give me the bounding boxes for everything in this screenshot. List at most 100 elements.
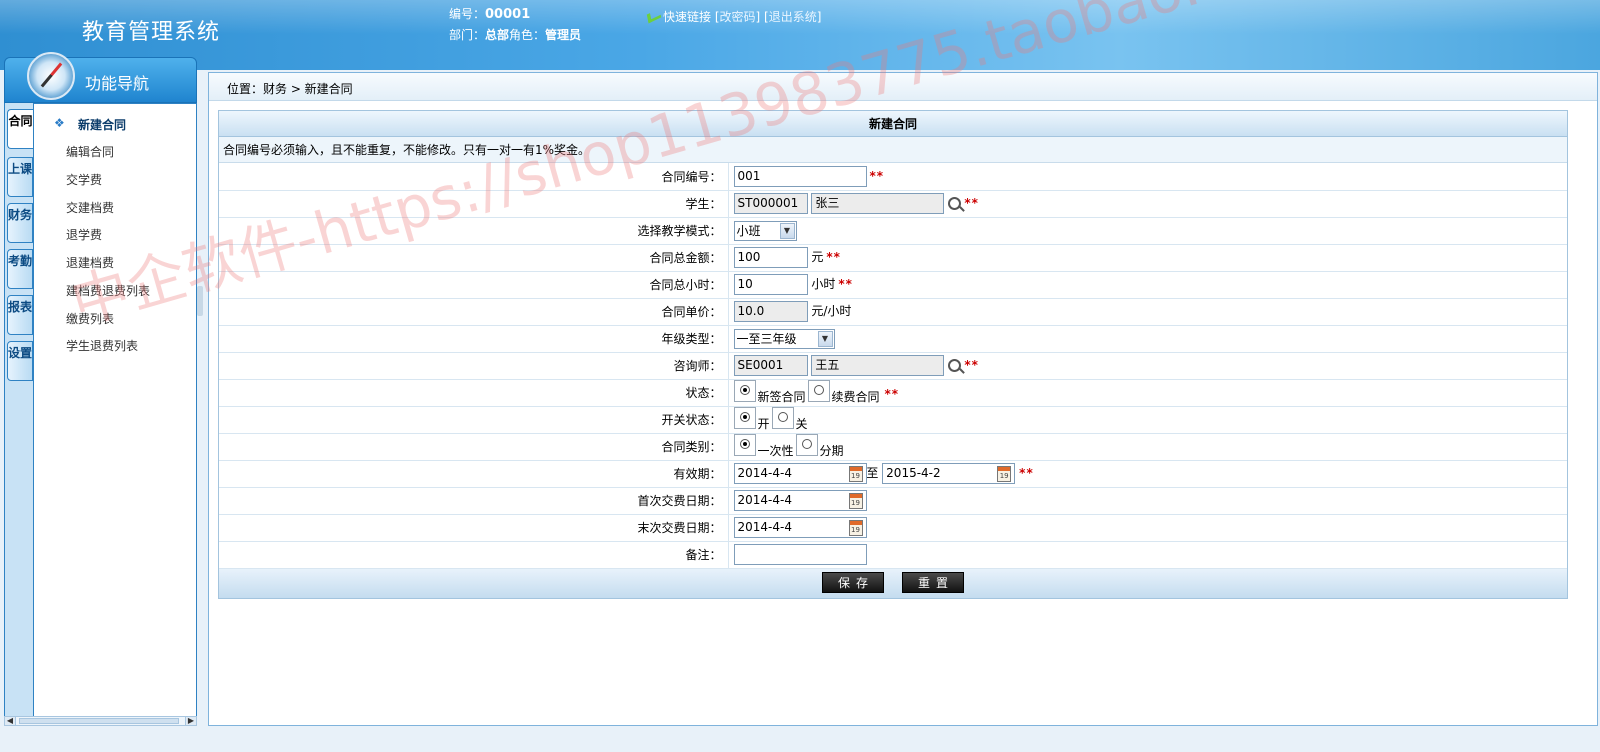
nav-title: 功能导航 xyxy=(85,74,150,93)
grade-type-select[interactable]: 一至三年级 ▼ xyxy=(733,328,835,349)
valid-period-label: 有效期： xyxy=(219,460,729,488)
switch-on-label: 开 xyxy=(757,416,770,431)
switch-off-label: 关 xyxy=(795,416,808,431)
switch-on-radio[interactable] xyxy=(733,407,756,430)
tab-finance[interactable]: 财务 xyxy=(7,203,33,243)
first-pay-date-label: 首次交费日期： xyxy=(219,487,729,515)
contract-type-label: 合同类别： xyxy=(219,433,729,461)
calendar-icon[interactable]: 19 xyxy=(848,519,863,536)
row-valid-period: 有效期： 2014-4-4 19 至 2015-4-2 19 ** xyxy=(219,460,1567,488)
consultant-code-input[interactable]: SE0001 xyxy=(733,355,808,376)
tab-settings[interactable]: 设置 xyxy=(7,341,33,381)
row-unit-price: 合同单价： 10.0 元/小时 xyxy=(219,298,1567,326)
required-mark: ** xyxy=(964,358,979,372)
user-info: 编号：00001 部门：总部角色：管理员 xyxy=(449,4,581,45)
contract-no-label: 合同编号： xyxy=(219,163,729,191)
remark-input[interactable] xyxy=(733,544,867,565)
student-name-input[interactable]: 张三 xyxy=(811,193,945,214)
row-total-hours: 合同总小时： 10 小时 ** xyxy=(219,271,1567,299)
row-last-pay-date: 末次交费日期： 2014-4-4 19 xyxy=(219,514,1567,542)
calendar-icon[interactable]: 19 xyxy=(997,465,1012,482)
tab-class[interactable]: 上课 xyxy=(7,157,33,197)
status-renew-radio[interactable] xyxy=(807,380,830,403)
unit-price-unit: 元/小时 xyxy=(811,304,852,318)
grade-type-value: 一至三年级 xyxy=(736,331,797,346)
required-mark: ** xyxy=(838,277,853,291)
form-table: 合同编号： 001 ** 学生： ST000001 张三 ** 选择教学模式： 小班… xyxy=(219,163,1567,569)
id-label: 编号： xyxy=(449,7,486,21)
remark-label: 备注： xyxy=(219,541,729,569)
row-contract-no: 合同编号： 001 ** xyxy=(219,163,1567,191)
type-lump-radio[interactable] xyxy=(733,434,756,457)
row-grade-type: 年级类型： 一至三年级 ▼ xyxy=(219,325,1567,353)
tab-reports[interactable]: 报表 xyxy=(7,295,33,335)
scroll-left-icon[interactable]: ◀ xyxy=(4,716,16,726)
nav-item-student-refund-list[interactable]: 学生退费列表 xyxy=(66,337,138,354)
tab-attendance[interactable]: 考勤 xyxy=(7,249,33,289)
diamond-bullet-icon: ❖ xyxy=(54,116,65,130)
horizontal-scrollbar[interactable]: ◀ ▶ xyxy=(4,716,197,726)
nav-item-pay-tuition[interactable]: 交学费 xyxy=(66,171,102,188)
button-row: 保存 重置 xyxy=(219,568,1567,598)
grade-type-label: 年级类型： xyxy=(219,325,729,353)
valid-end-input[interactable]: 2015-4-2 xyxy=(882,463,1016,484)
nav-item-new-contract[interactable]: 新建合同 xyxy=(78,116,126,133)
nav-item-payment-list[interactable]: 缴费列表 xyxy=(66,310,114,327)
student-code-input[interactable]: ST000001 xyxy=(733,193,808,214)
nav-item-refund-tuition[interactable]: 退学费 xyxy=(66,226,102,243)
first-pay-date-input[interactable]: 2014-4-4 xyxy=(733,490,867,511)
valid-start-input[interactable]: 2014-4-4 xyxy=(733,463,867,484)
required-mark: ** xyxy=(869,168,885,183)
sidebar-splitter[interactable] xyxy=(197,286,203,316)
teaching-mode-value: 小班 xyxy=(736,223,761,238)
calendar-icon[interactable]: 19 xyxy=(848,492,863,509)
total-amount-input[interactable]: 100 xyxy=(733,247,808,268)
row-contract-type: 合同类别： 一次性 分期 xyxy=(219,433,1567,461)
unit-price-input[interactable]: 10.0 xyxy=(733,301,808,322)
search-lookup-icon[interactable] xyxy=(948,359,962,372)
consultant-name-input[interactable]: 王五 xyxy=(811,355,945,376)
row-teaching-mode: 选择教学模式： 小班 ▼ xyxy=(219,217,1567,245)
teaching-mode-select[interactable]: 小班 ▼ xyxy=(733,220,797,241)
row-switch-status: 开关状态： 开 关 xyxy=(219,406,1567,434)
type-installment-radio[interactable] xyxy=(795,434,818,457)
total-hours-input[interactable]: 10 xyxy=(733,274,808,295)
status-renew-label: 续费合同 xyxy=(831,389,880,404)
required-mark: ** xyxy=(1019,466,1034,480)
required-mark: ** xyxy=(826,250,841,264)
scroll-right-icon[interactable]: ▶ xyxy=(185,716,197,726)
unit-price-label: 合同单价： xyxy=(219,298,729,326)
row-first-pay-date: 首次交费日期： 2014-4-4 19 xyxy=(219,487,1567,515)
status-label: 状态： xyxy=(219,379,729,407)
row-consultant: 咨询师： SE0001 王五 ** xyxy=(219,352,1567,380)
chevron-down-icon: ▼ xyxy=(817,330,833,347)
tab-rail: 合同 上课 财务 考勤 报表 设置 xyxy=(4,103,33,726)
scroll-thumb[interactable] xyxy=(19,718,179,724)
reset-button[interactable]: 重置 xyxy=(902,571,964,593)
logout-link[interactable]: 退出系统 xyxy=(769,10,817,24)
row-student: 学生： ST000001 张三 ** xyxy=(219,190,1567,218)
nav-item-pay-filing-fee[interactable]: 交建档费 xyxy=(66,199,114,216)
total-hours-label: 合同总小时： xyxy=(219,271,729,299)
search-lookup-icon[interactable] xyxy=(948,197,962,210)
type-installment-label: 分期 xyxy=(819,443,844,458)
nav-item-edit-contract[interactable]: 编辑合同 xyxy=(66,143,114,160)
switch-off-radio[interactable] xyxy=(771,407,794,430)
change-password-link[interactable]: 改密码 xyxy=(720,10,756,24)
calendar-icon[interactable]: 19 xyxy=(848,465,863,482)
tab-contract[interactable]: 合同 xyxy=(7,109,33,149)
quick-links-label: 快速链接 xyxy=(663,10,712,24)
nav-item-filing-refund-list[interactable]: 建档费退费列表 xyxy=(66,282,150,299)
last-pay-date-input[interactable]: 2014-4-4 xyxy=(733,517,867,538)
nav-item-refund-filing-fee[interactable]: 退建档费 xyxy=(66,254,114,271)
status-new-radio[interactable] xyxy=(733,380,756,403)
switch-status-label: 开关状态： xyxy=(219,406,729,434)
form-title: 新建合同 xyxy=(219,111,1567,137)
id-value: 00001 xyxy=(485,7,531,22)
nav-header: 功能导航 xyxy=(4,52,197,103)
contract-no-input[interactable]: 001 xyxy=(733,165,867,187)
top-header: 教育管理系统 编号：00001 部门：总部角色：管理员 快速链接 [改密码] [… xyxy=(0,0,1600,70)
total-hours-unit: 小时 xyxy=(811,277,836,291)
total-amount-label: 合同总金额： xyxy=(219,244,729,272)
save-button[interactable]: 保存 xyxy=(822,571,884,593)
